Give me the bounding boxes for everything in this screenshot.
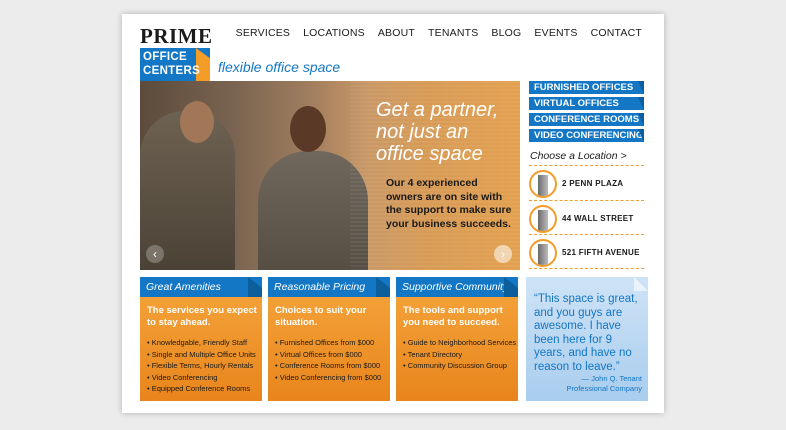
tab-video-conferencing[interactable]: VIDEO CONFERENCING: [529, 129, 644, 142]
hero-headline-line2: not just an: [376, 121, 469, 143]
list-item: Knowledgable, Friendly Staff: [147, 337, 256, 349]
location-item[interactable]: 2 PENN PLAZA: [529, 170, 644, 200]
location-item[interactable]: 521 FIFTH AVENUE: [529, 239, 644, 269]
testimonial-author: — John Q. Tenant Professional Company: [532, 374, 642, 393]
hero-headline: Get a partner, not just an office space: [376, 99, 516, 165]
list-item: Guide to Neighborhood Services: [403, 337, 516, 349]
services-tabs: FURNISHED OFFICES VIRTUAL OFFICES CONFER…: [529, 81, 644, 145]
divider: [529, 200, 644, 201]
list-item: Tenant Directory: [403, 349, 516, 361]
building-icon: [529, 205, 557, 233]
column-header[interactable]: Reasonable Pricing: [268, 277, 390, 297]
column-title: Supportive Community: [402, 281, 509, 293]
logo-line2: CENTERS: [143, 65, 201, 77]
testimonial-author-name: — John Q. Tenant: [581, 374, 642, 383]
tab-furnished-offices[interactable]: FURNISHED OFFICES: [529, 81, 644, 94]
hero-next-arrow-icon[interactable]: ›: [494, 245, 512, 263]
divider: [529, 268, 644, 269]
tab-virtual-offices[interactable]: VIRTUAL OFFICES: [529, 97, 644, 110]
page-card: PRIME OFFICE CENTERS flexible office spa…: [122, 14, 664, 413]
location-label: 2 PENN PLAZA: [562, 179, 624, 188]
nav-about[interactable]: ABOUT: [378, 27, 415, 39]
logo-prime-text: PRIME: [140, 24, 213, 48]
column-title: Reasonable Pricing: [274, 281, 366, 293]
column-intro: Choices to suit your situation.: [275, 305, 367, 328]
testimonial-card: “This space is great, and you guys are a…: [526, 277, 648, 401]
divider: [529, 165, 644, 166]
building-icon: [529, 170, 557, 198]
location-item[interactable]: 44 WALL STREET: [529, 205, 644, 235]
hero-body: Our 4 experienced owners are on site wit…: [386, 177, 512, 230]
testimonial-quote: “This space is great, and you guys are a…: [534, 293, 638, 373]
hero-headline-line1: Get a partner,: [376, 99, 499, 121]
nav-events[interactable]: EVENTS: [534, 27, 577, 39]
column-header[interactable]: Great Amenities: [140, 277, 262, 297]
testimonial-company: Professional Company: [566, 383, 642, 393]
list-item: Single and Multiple Office Units: [147, 349, 256, 361]
logo-line1: OFFICE: [143, 51, 187, 63]
nav-contact[interactable]: CONTACT: [591, 27, 642, 39]
column-list: Furnished Offices from $000 Virtual Offi…: [275, 337, 382, 384]
column-intro: The services you expect to stay ahead.: [147, 305, 257, 328]
hero-prev-arrow-icon[interactable]: ‹: [146, 245, 164, 263]
nav-blog[interactable]: BLOG: [491, 27, 521, 39]
hero-banner: Get a partner, not just an office space …: [140, 81, 520, 270]
column-list: Knowledgable, Friendly Staff Single and …: [147, 337, 256, 395]
main-nav: SERVICES LOCATIONS ABOUT TENANTS BLOG EV…: [223, 27, 642, 39]
building-icon: [529, 239, 557, 267]
list-item: Video Conferencing from $000: [275, 372, 382, 384]
choose-location-link[interactable]: Choose a Location >: [530, 150, 627, 162]
pricing-column: Reasonable Pricing Choices to suit your …: [268, 277, 390, 401]
nav-services[interactable]: SERVICES: [236, 27, 291, 39]
nav-tenants[interactable]: TENANTS: [428, 27, 478, 39]
list-item: Furnished Offices from $000: [275, 337, 381, 349]
column-title: Great Amenities: [146, 281, 221, 293]
list-item: Video Conferencing: [147, 372, 256, 384]
amenities-column: Great Amenities The services you expect …: [140, 277, 262, 401]
hero-photo-head-right: [290, 106, 326, 152]
tagline: flexible office space: [218, 59, 341, 75]
column-intro: The tools and support you need to succee…: [403, 305, 503, 328]
list-item: Flexible Terms, Hourly Rentals: [147, 360, 256, 372]
list-item: Conference Rooms from $000: [275, 360, 381, 372]
column-header[interactable]: Supportive Community: [396, 277, 518, 297]
logo-box-text: OFFICE CENTERS: [143, 50, 200, 78]
nav-locations[interactable]: LOCATIONS: [303, 27, 365, 39]
hero-photo-head-left: [180, 101, 214, 143]
list-item: Equipped Conference Rooms: [147, 383, 256, 395]
list-item: Virtual Offices from $000: [275, 349, 381, 361]
divider: [529, 234, 644, 235]
column-list: Guide to Neighborhood Services Tenant Di…: [403, 337, 517, 372]
location-label: 521 FIFTH AVENUE: [562, 248, 640, 257]
tab-conference-rooms[interactable]: CONFERENCE ROOMS: [529, 113, 644, 126]
location-label: 44 WALL STREET: [562, 214, 634, 223]
community-column: Supportive Community The tools and suppo…: [396, 277, 518, 401]
hero-headline-line3: office space: [376, 143, 483, 165]
list-item: Community Discussion Group: [403, 360, 516, 372]
